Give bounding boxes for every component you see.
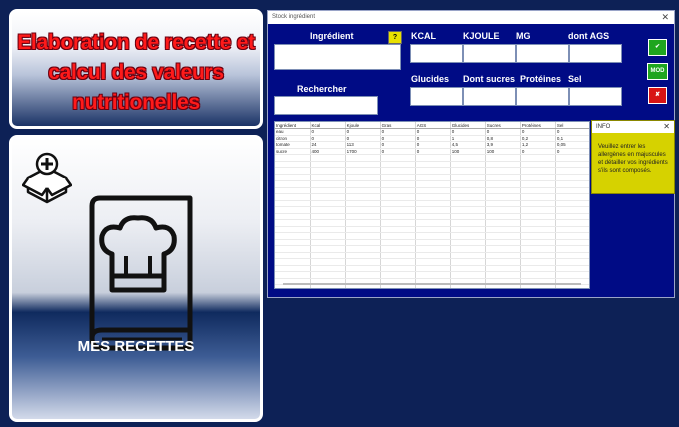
sucres-label: Dont sucres	[463, 74, 516, 84]
mg-label: MG	[516, 31, 531, 41]
window-titlebar: Stock ingrédient ✕	[268, 11, 674, 24]
proteines-label: Protéines	[520, 74, 562, 84]
title-panel: Elaboration de recette et calcul des val…	[9, 9, 263, 129]
info-title: INFO	[596, 124, 611, 130]
table-horizontal-scrollbar[interactable]	[283, 283, 581, 285]
my-recipes-label: MES RECETTES	[77, 338, 195, 355]
window-close-icon[interactable]: ✕	[661, 12, 669, 22]
table-cell	[485, 284, 521, 288]
table-cell	[415, 284, 451, 288]
window-title: Stock ingrédient	[272, 14, 316, 20]
mod-button[interactable]: MOD	[647, 63, 668, 80]
search-label: Rechercher	[297, 84, 347, 94]
sucres-input[interactable]	[463, 87, 516, 106]
ags-label: dont AGS	[568, 31, 610, 41]
table-cell	[310, 284, 346, 288]
kcal-label: KCAL	[411, 31, 436, 41]
glucides-label: Glucides	[411, 74, 450, 84]
info-message: Veuillez entrer les allergènes en majusc…	[598, 144, 668, 174]
table-cell	[450, 284, 486, 288]
ingredient-input[interactable]	[274, 44, 401, 70]
info-titlebar: INFO ✕	[592, 121, 674, 133]
ingredient-label: Ingrédient	[310, 31, 354, 41]
my-recipes-button[interactable]: MES RECETTES	[9, 135, 263, 422]
kjoule-input[interactable]	[463, 44, 516, 63]
add-button[interactable]: ✔	[648, 39, 667, 56]
sel-label: Sel	[568, 74, 582, 84]
table-cell	[345, 284, 381, 288]
help-button[interactable]: ?	[388, 31, 402, 44]
table-cell	[380, 284, 416, 288]
ags-input[interactable]	[569, 44, 622, 63]
glucides-input[interactable]	[410, 87, 463, 106]
delete-button[interactable]: ✘	[648, 87, 667, 104]
box-plus-icon	[22, 152, 72, 204]
kcal-input[interactable]	[410, 44, 463, 63]
table-cell	[275, 284, 311, 288]
table-cell	[555, 284, 589, 288]
kjoule-label: KJOULE	[463, 31, 500, 41]
proteines-input[interactable]	[516, 87, 569, 106]
ingredient-table[interactable]: Ingrédient Kcal Kjoule Gras AGS Glucides Sucre…	[274, 121, 590, 289]
table-cell	[520, 284, 556, 288]
empty-row	[275, 284, 589, 288]
app-title: Elaboration de recette et calcul des val…	[17, 31, 255, 114]
mg-input[interactable]	[516, 44, 569, 63]
chef-book-icon	[89, 195, 193, 351]
info-popup: INFO ✕ Veuillez entrer les allergènes en…	[591, 120, 675, 194]
search-input[interactable]	[274, 96, 378, 115]
info-close-icon[interactable]: ✕	[663, 122, 670, 132]
sel-input[interactable]	[569, 87, 622, 106]
